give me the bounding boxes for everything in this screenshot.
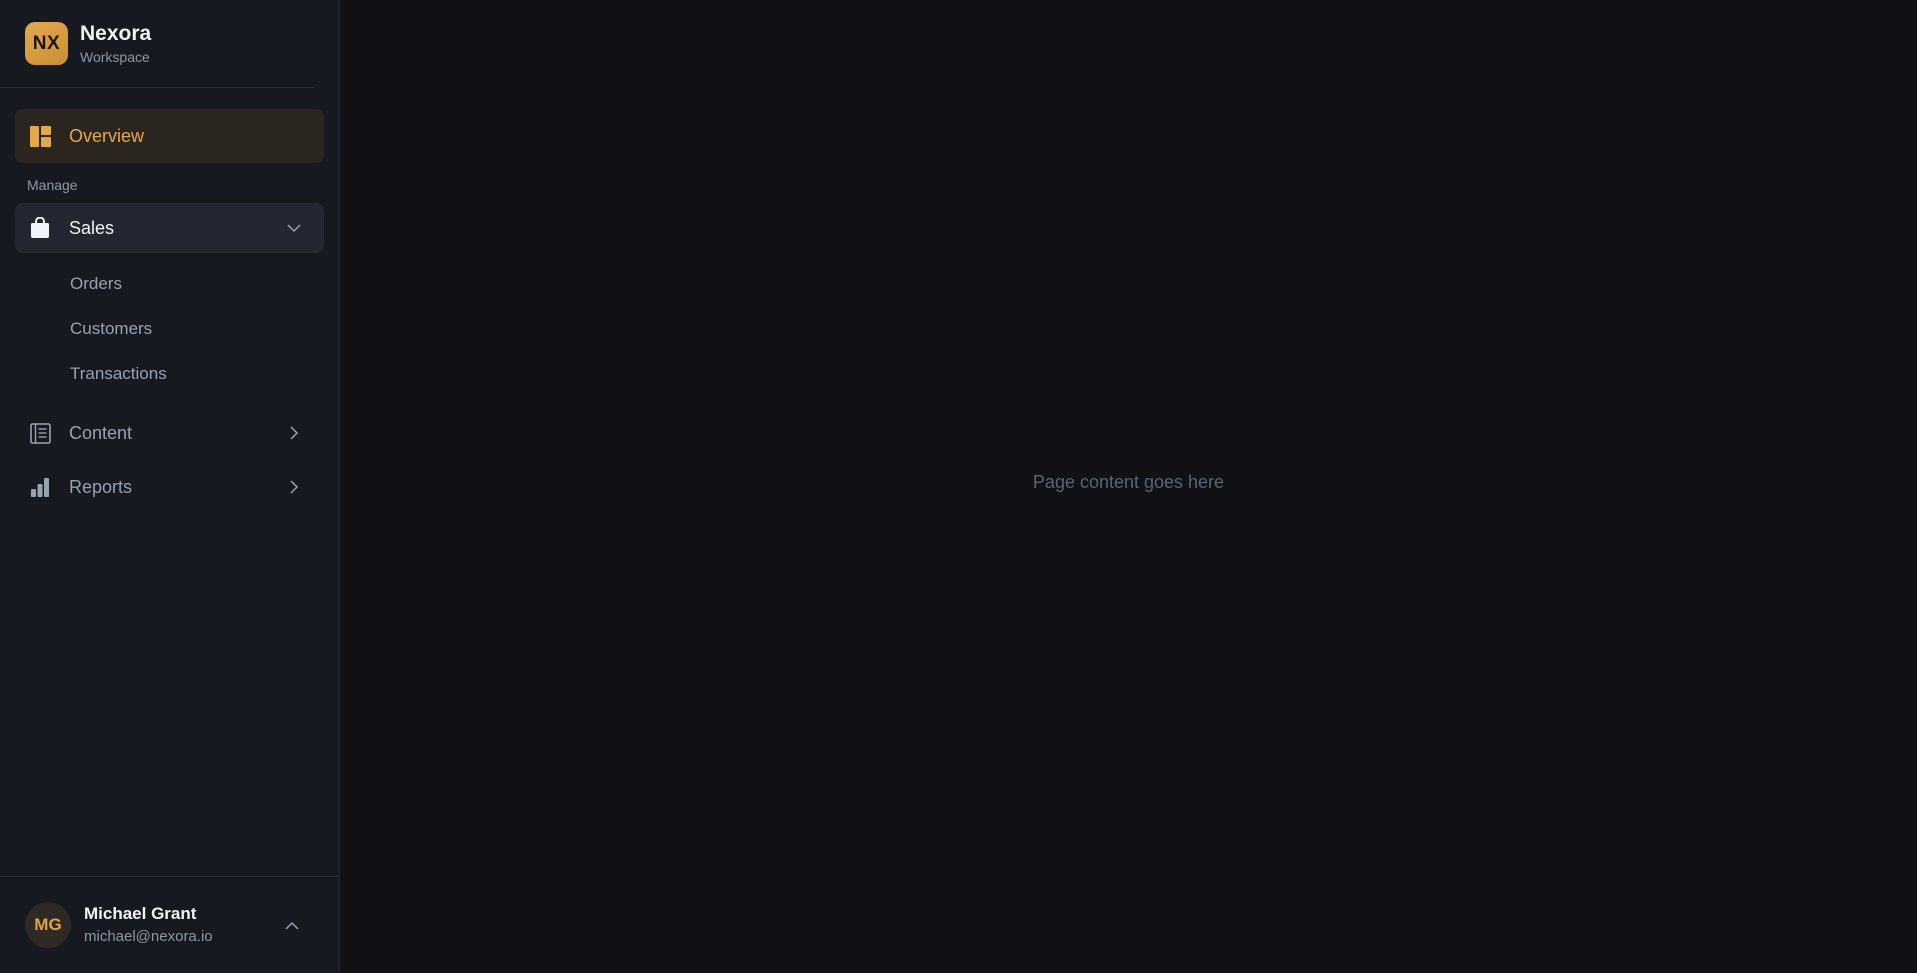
chevron-right-icon <box>286 425 302 441</box>
sidebar: NX Nexora Workspace Overview Manage Sale… <box>0 0 340 973</box>
sidebar-item-label: Sales <box>69 217 115 238</box>
subnav-item-transactions[interactable]: Transactions <box>15 351 324 396</box>
sidebar-item-label: Reports <box>69 476 133 497</box>
brand-logo: NX <box>25 22 68 65</box>
content-placeholder: Page content goes here <box>1032 471 1225 492</box>
brand-text: Nexora Workspace <box>80 22 151 66</box>
chevron-up-icon[interactable] <box>282 915 302 935</box>
brand-header[interactable]: NX Nexora Workspace <box>0 0 314 88</box>
brand-subtitle: Workspace <box>80 48 150 65</box>
sales-submenu: Orders Customers Transactions <box>15 253 324 400</box>
sidebar-item-content[interactable]: Content <box>15 406 324 460</box>
user-info: Michael Grant michael@nexora.io <box>84 903 282 947</box>
main-content: Page content goes here <box>340 0 1917 973</box>
document-list-icon <box>29 422 51 444</box>
user-menu[interactable]: MG Michael Grant michael@nexora.io <box>0 876 339 973</box>
app-shell: NX Nexora Workspace Overview Manage Sale… <box>0 0 1917 973</box>
dashboard-icon <box>29 125 51 147</box>
user-email: michael@nexora.io <box>84 928 213 945</box>
sidebar-item-label: Content <box>69 422 133 443</box>
bar-chart-icon <box>29 476 51 498</box>
chevron-right-icon <box>286 479 302 495</box>
subnav-item-orders[interactable]: Orders <box>15 261 324 306</box>
sidebar-item-label: Overview <box>69 125 145 146</box>
sidebar-item-overview[interactable]: Overview <box>15 109 324 163</box>
avatar: MG <box>25 902 71 948</box>
sidebar-nav: Overview Manage Sales Orders Customers T… <box>0 88 339 514</box>
chevron-down-icon <box>286 220 302 236</box>
sidebar-item-sales[interactable]: Sales <box>15 203 324 253</box>
user-name: Michael Grant <box>84 904 197 923</box>
brand-name: Nexora <box>80 21 152 45</box>
shopping-bag-icon <box>29 217 51 239</box>
section-label-manage: Manage <box>27 177 78 193</box>
sidebar-item-reports[interactable]: Reports <box>15 460 324 514</box>
subnav-item-customers[interactable]: Customers <box>15 306 324 351</box>
